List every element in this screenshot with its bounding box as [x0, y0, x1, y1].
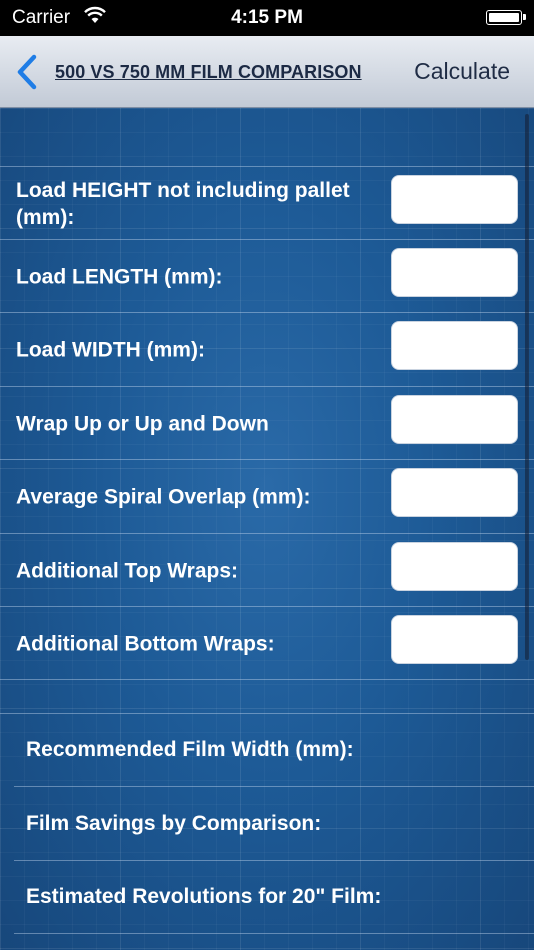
input-label: Load HEIGHT not including pallet (mm): [16, 178, 350, 229]
input-label: Average Spiral Overlap (mm): [16, 485, 311, 508]
top-wraps-input[interactable] [391, 542, 518, 591]
divider [0, 713, 534, 714]
load-length-input[interactable] [391, 248, 518, 297]
input-row-load-width: Load WIDTH (mm): [0, 313, 534, 386]
input-label: Additional Top Wraps: [16, 559, 239, 582]
load-height-input[interactable] [391, 175, 518, 224]
film-savings-label: Film Savings by Comparison: [26, 812, 322, 835]
input-row-spiral-overlap: Average Spiral Overlap (mm): [0, 460, 534, 533]
calculate-button[interactable]: Calculate [414, 58, 510, 85]
input-label: Additional Bottom Wraps: [16, 632, 275, 655]
scrollbar[interactable] [525, 114, 529, 660]
input-row-bottom-wraps: Additional Bottom Wraps: [0, 607, 534, 680]
input-row-top-wraps: Additional Top Wraps: [0, 534, 534, 607]
divider [14, 933, 534, 934]
input-label: Wrap Up or Up and Down [16, 412, 269, 435]
status-bar: Carrier 4:15 PM [0, 0, 534, 36]
divider [14, 786, 534, 787]
navigation-bar: 500 VS 750 MM FILM COMPARISON Calculate [0, 36, 534, 108]
estimated-revolutions-label: Estimated Revolutions for 20" Film: [26, 885, 382, 908]
recommended-film-width-label: Recommended Film Width (mm): [26, 738, 354, 761]
nav-title-link[interactable]: 500 VS 750 MM FILM COMPARISON [55, 62, 362, 83]
spiral-overlap-input[interactable] [391, 468, 518, 517]
battery-icon [486, 10, 526, 25]
divider [14, 860, 534, 861]
back-chevron-icon[interactable] [12, 52, 42, 92]
input-row-load-height: Load HEIGHT not including pallet (mm): [0, 167, 534, 240]
wrap-direction-input[interactable] [391, 395, 518, 444]
input-row-wrap-direction: Wrap Up or Up and Down [0, 387, 534, 460]
bottom-wraps-input[interactable] [391, 615, 518, 664]
input-label: Load LENGTH (mm): [16, 265, 223, 288]
input-row-load-length: Load LENGTH (mm): [0, 240, 534, 313]
clock: 4:15 PM [231, 7, 303, 28]
form-content[interactable]: Load HEIGHT not including pallet (mm): L… [0, 108, 534, 950]
load-width-input[interactable] [391, 321, 518, 370]
input-label: Load WIDTH (mm): [16, 338, 205, 361]
